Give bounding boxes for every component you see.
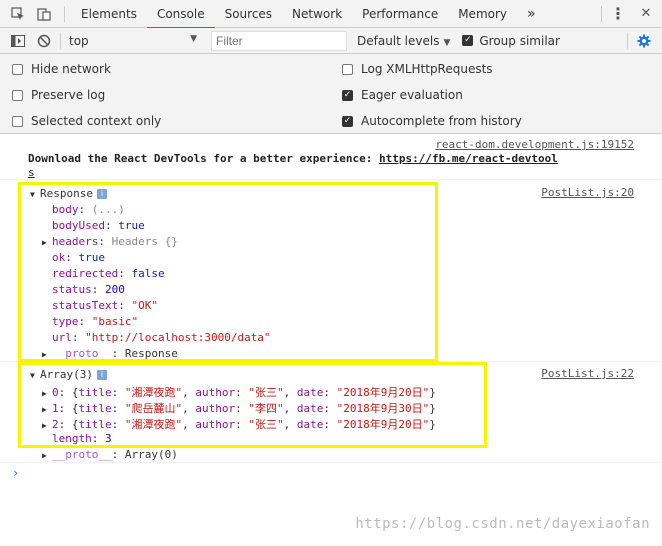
autocomplete-checkbox[interactable]: ✓ [342,115,353,127]
show-sidebar-icon[interactable] [8,31,28,51]
highlight-box-array [18,362,487,448]
source-link[interactable]: react-dom.development.js:19152 [435,138,634,151]
collapsed-triangle-icon[interactable]: ▶ [42,451,52,460]
context-selector[interactable]: top ▼ [63,31,203,51]
prop-value: Array(0) [124,448,178,461]
tab-memory[interactable]: Memory [448,0,517,28]
filter-input[interactable] [211,30,347,51]
group-similar-label: Group similar [479,33,560,48]
react-devtools-link-wrap[interactable]: s [28,166,35,179]
tab-sources[interactable]: Sources [215,0,282,28]
hide-network-checkbox[interactable] [12,63,23,75]
react-devtools-link[interactable]: https://fb.me/react-devtool [379,152,558,165]
array-proto[interactable]: ▶ __proto__: Array(0) [42,448,178,461]
autocomplete-label: Autocomplete from history [361,114,522,128]
preserve-log-checkbox[interactable] [12,89,23,101]
autocomplete-setting[interactable]: ✓ Autocomplete from history [342,114,522,128]
highlight-box-response [18,182,438,362]
console-message-react: react-dom.development.js:19152 Download … [0,134,662,180]
log-xhr-label: Log XMLHttpRequests [361,62,493,76]
hide-network-label: Hide network [31,62,111,76]
devtools-tabbar: Elements Console Sources Network Perform… [0,0,662,29]
context-label: top [69,33,89,48]
eager-eval-setting[interactable]: ✓ Eager evaluation [342,88,463,102]
tab-console[interactable]: Console [146,0,215,29]
clear-console-icon[interactable] [34,31,54,51]
prop-key: __proto__ [52,448,112,461]
console-toolbar: top ▼ Default levels▼ ✓ Group similar [0,28,662,54]
group-similar-toggle[interactable]: ✓ Group similar [462,34,560,48]
react-message: Download the React DevTools for a better… [28,152,379,165]
selected-context-label: Selected context only [31,114,162,128]
group-similar-checkbox[interactable]: ✓ [462,35,474,46]
react-message-text: Download the React DevTools for a better… [28,152,558,165]
tabbar-divider-right [601,5,602,22]
preserve-log-label: Preserve log [31,88,106,102]
log-xhr-checkbox[interactable] [342,63,353,75]
tab-performance[interactable]: Performance [352,0,448,28]
console-prompt[interactable]: › [12,466,19,480]
more-tabs-button[interactable]: » [517,0,546,28]
preserve-log-setting[interactable]: Preserve log [12,88,105,102]
console-settings-panel: Hide network Preserve log Selected conte… [0,54,662,134]
source-link[interactable]: PostList.js:22 [541,367,634,380]
tabbar-divider [64,5,65,22]
toolbar-divider [60,32,61,49]
log-levels-label: Default levels [357,33,440,48]
caret-down-icon: ▼ [190,33,197,44]
selected-context-setting[interactable]: Selected context only [12,114,161,128]
log-xhr-setting[interactable]: Log XMLHttpRequests [342,62,493,76]
eager-eval-label: Eager evaluation [361,88,463,102]
watermark: https://blog.csdn.net/dayexiaofan [355,516,650,532]
tab-network[interactable]: Network [282,0,352,28]
gear-icon[interactable] [634,31,654,51]
device-toolbar-icon[interactable] [34,4,54,24]
log-levels-dropdown[interactable]: Default levels ▼ [357,34,450,48]
menu-icon[interactable]: ⋮ [608,4,628,24]
caret-down-icon: ▼ [443,37,451,48]
toolbar-divider-right [627,32,628,49]
source-link[interactable]: PostList.js:20 [541,186,634,199]
eager-eval-checkbox[interactable]: ✓ [342,89,353,101]
selected-context-checkbox[interactable] [12,115,23,127]
close-icon[interactable]: ✕ [636,4,656,24]
inspect-element-icon[interactable] [8,4,28,24]
tab-elements[interactable]: Elements [71,0,147,28]
hide-network-setting[interactable]: Hide network [12,62,111,76]
